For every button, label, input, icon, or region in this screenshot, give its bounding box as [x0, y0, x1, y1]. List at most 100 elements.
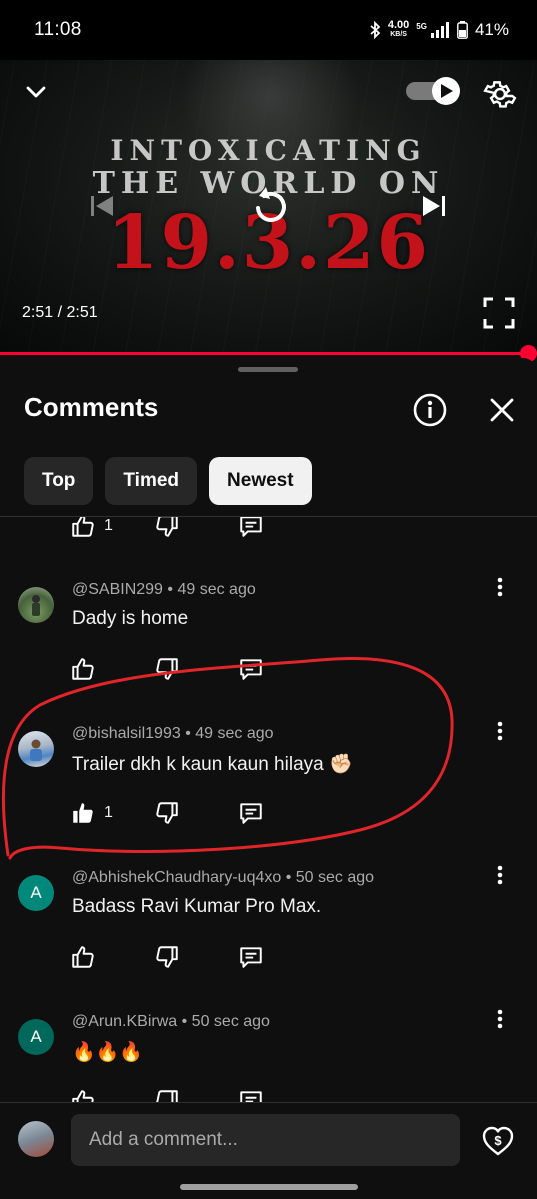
like-button[interactable]: 1: [70, 517, 154, 539]
gear-icon[interactable]: [480, 74, 520, 114]
home-indicator[interactable]: [180, 1184, 358, 1190]
autoplay-toggle-icon[interactable]: [404, 76, 462, 106]
chip-newest[interactable]: Newest: [209, 457, 312, 505]
video-player[interactable]: INTOXICATING THE WORLD ON 19.3.26 2:51 /…: [0, 60, 537, 352]
svg-text:$: $: [494, 1133, 502, 1148]
net-speed: 4.00 KB/S: [387, 19, 410, 39]
dislike-button[interactable]: [154, 800, 238, 826]
close-icon[interactable]: [482, 390, 522, 430]
more-vert-icon[interactable]: [486, 861, 514, 889]
thumbs-down-icon: [156, 517, 178, 537]
reply-button[interactable]: [238, 944, 322, 970]
comment-author[interactable]: @bishalsil1993: [72, 725, 181, 742]
status-time: 11:08: [34, 19, 82, 40]
like-button[interactable]: [70, 1088, 154, 1102]
more-vert-icon[interactable]: [486, 1005, 514, 1033]
battery-icon: [457, 21, 468, 39]
thumbs-down-icon: [156, 946, 178, 968]
thumbs-down-icon: [156, 802, 178, 824]
drag-handle[interactable]: [238, 367, 298, 372]
comment-meta: @SABIN299 • 49 sec ago: [72, 581, 256, 598]
comment-author[interactable]: @Arun.KBirwa: [72, 1013, 177, 1030]
avatar[interactable]: A: [18, 875, 54, 911]
comment-item: A @AbhishekChaudhary-uq4xo • 50 sec ago …: [0, 865, 537, 999]
comment-author[interactable]: @AbhishekChaudhary-uq4xo: [72, 869, 281, 886]
super-thanks-icon[interactable]: $: [480, 1123, 516, 1159]
more-vert-icon[interactable]: [486, 717, 514, 745]
reply-button[interactable]: [238, 517, 322, 539]
like-button[interactable]: [70, 656, 154, 682]
comment-item: A @Arun.KBirwa • 50 sec ago 🔥🔥🔥: [0, 1009, 537, 1102]
reply-icon: [240, 517, 262, 537]
avatar-figure: [30, 739, 42, 761]
chip-top[interactable]: Top: [24, 457, 94, 505]
dislike-button[interactable]: [154, 517, 238, 539]
thumbs-up-icon: [72, 1090, 94, 1102]
comment-time: 50 sec ago: [295, 869, 375, 886]
chevron-down-icon[interactable]: [18, 74, 54, 110]
thumbs-up-icon: [72, 517, 94, 537]
more-vert-icon[interactable]: [486, 573, 514, 601]
dislike-button[interactable]: [154, 1088, 238, 1102]
reply-button[interactable]: [238, 1088, 322, 1102]
add-comment-input[interactable]: [71, 1114, 460, 1166]
status-bar: 11:08 4.00 KB/S 5G 41%: [0, 0, 537, 60]
comments-list[interactable]: 1 @SABIN299 • 49 sec ago Dady is home @b…: [0, 517, 537, 1102]
comment-text: 🔥🔥🔥: [72, 1041, 143, 1063]
net-speed-value: 4.00: [387, 19, 410, 31]
thumbs-up-icon: [72, 946, 94, 968]
avatar-figure: [32, 595, 40, 616]
comment-item: @SABIN299 • 49 sec ago Dady is home: [0, 577, 537, 711]
panel-title: Comments: [24, 392, 159, 422]
comment-meta: @Arun.KBirwa • 50 sec ago: [72, 1013, 270, 1030]
comment-author[interactable]: @SABIN299: [72, 581, 163, 598]
dislike-button[interactable]: [154, 656, 238, 682]
bluetooth-icon: [370, 21, 381, 39]
video-progress-bar[interactable]: [0, 345, 537, 362]
comment-actions: [70, 942, 322, 972]
comment-text: Badass Ravi Kumar Pro Max.: [72, 896, 322, 917]
user-avatar[interactable]: [18, 1121, 54, 1157]
info-icon[interactable]: [410, 390, 450, 430]
thumbs-up-filled-icon: [73, 803, 93, 823]
fullscreen-icon[interactable]: [478, 292, 520, 334]
reply-icon: [240, 659, 262, 680]
comments-panel: Comments Top Timed Newest 1 @SABIN299 • …: [0, 358, 537, 1199]
like-count: 1: [104, 517, 113, 534]
network-type: 5G: [416, 22, 427, 31]
reply-button[interactable]: [238, 656, 322, 682]
dislike-button[interactable]: [154, 944, 238, 970]
poster-text-line1: INTOXICATING: [110, 134, 427, 167]
replay-icon[interactable]: [242, 178, 298, 234]
comment-meta: @AbhishekChaudhary-uq4xo • 50 sec ago: [72, 869, 375, 886]
avatar[interactable]: [18, 587, 54, 623]
comment-time: 49 sec ago: [177, 581, 256, 598]
comment-actions: [70, 654, 322, 684]
reply-icon: [240, 1091, 262, 1102]
comment-item: @bishalsil1993 • 49 sec ago Trailer dkh …: [0, 721, 537, 855]
like-count: 1: [104, 804, 113, 821]
avatar[interactable]: [18, 731, 54, 767]
skip-next-icon[interactable]: [414, 186, 454, 226]
comment-text: Dady is home: [72, 608, 189, 629]
thumbs-down-icon: [156, 658, 178, 680]
like-button[interactable]: [70, 944, 154, 970]
reply-icon: [240, 947, 262, 968]
thumbs-up-icon: [72, 658, 94, 680]
progress-fill: [0, 352, 537, 355]
avatar[interactable]: A: [18, 1019, 54, 1055]
skip-previous-icon[interactable]: [82, 186, 122, 226]
signal-icon: [430, 22, 449, 38]
reply-button[interactable]: [238, 800, 322, 826]
sort-chips: Top Timed Newest: [24, 457, 312, 505]
chip-timed[interactable]: Timed: [105, 457, 198, 505]
net-speed-unit: KB/S: [390, 31, 407, 38]
comment-actions: [70, 1086, 322, 1102]
battery-percent: 41%: [474, 20, 509, 39]
video-time: 2:51 / 2:51: [22, 304, 98, 321]
like-button[interactable]: 1: [70, 800, 154, 826]
comment-actions-partial: 1: [70, 517, 322, 541]
thumbs-down-icon: [156, 1090, 178, 1102]
status-icons: 4.00 KB/S 5G 41%: [369, 20, 509, 40]
comment-time: 49 sec ago: [195, 725, 274, 742]
